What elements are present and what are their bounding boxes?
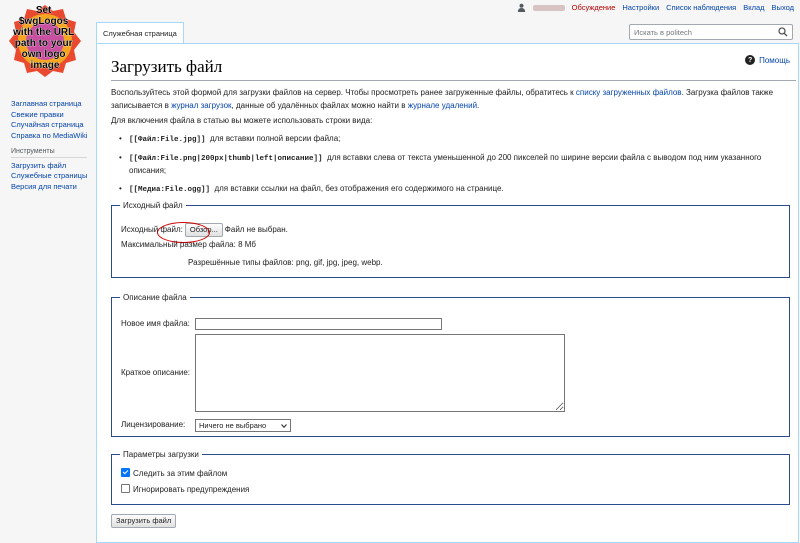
allowed-types-text: Разрешённые типы файлов: png, gif, jpg, … (188, 258, 383, 267)
site-logo[interactable]: Set $wgLogos with the URL path to your o… (6, 2, 84, 80)
search-input[interactable] (630, 25, 778, 39)
intro-part: Воспользуйтесь этой формой для загрузки … (111, 88, 576, 97)
title-divider (111, 80, 796, 81)
sidebar-item-random-page[interactable]: Случайная страница (11, 121, 95, 129)
page-tabs: Служебная страница (96, 22, 184, 43)
browse-button[interactable]: Обзор... (184, 223, 223, 237)
help-label[interactable]: Помощь (759, 56, 790, 65)
sidebar-item-special-pages[interactable]: Служебные страницы (11, 172, 95, 180)
upload-list-link[interactable]: списку загруженных файлов (576, 88, 682, 97)
intro-part: . (477, 100, 480, 110)
description-legend: Описание файла (123, 293, 187, 302)
page-title: Загрузить файл (111, 57, 223, 76)
no-file-text: Файл не выбран. (224, 225, 288, 234)
contributions-link[interactable]: Вклад (743, 3, 764, 12)
sidebar-item-main-page[interactable]: Заглавная страница (11, 100, 95, 108)
talk-link[interactable]: Обсуждение (572, 3, 616, 12)
logo-line: path to your (15, 38, 73, 49)
preferences-link[interactable]: Настройки (622, 3, 659, 12)
upload-options-fieldset: Параметры загрузки Следить за этим файло… (111, 450, 790, 505)
sidebar-item-help[interactable]: Справка по MediaWiki (11, 131, 95, 140)
usage-list: [[Файл:File.jpg]] для вставки полной вер… (119, 133, 769, 202)
sidebar: Заглавная страница Свежие правки Случайн… (11, 100, 95, 194)
ignore-warnings-checkbox[interactable] (121, 484, 130, 494)
summary-textarea[interactable] (195, 334, 565, 412)
search-box (629, 24, 793, 40)
username[interactable] (532, 4, 565, 11)
usage-code: [[Медиа:File.ogg]] (129, 186, 211, 194)
license-select-value: Ничего не выбрано (199, 420, 267, 430)
content-area: Загрузить файл ? Помощь Воспользуйтесь э… (96, 43, 799, 543)
source-file-label: Исходный файл: (121, 225, 183, 234)
sidebar-item-upload[interactable]: Загрузить файл (11, 161, 95, 170)
help-icon: ? (745, 55, 756, 65)
usage-code: [[Файл:File.png|200px|thumb|left|описани… (129, 155, 323, 163)
usage-code: [[Файл:File.jpg]] (129, 136, 206, 144)
personal-tools: Обсуждение Настройки Список наблюдения В… (517, 3, 794, 12)
chevron-down-icon (281, 423, 287, 428)
source-file-legend: Исходный файл (123, 201, 183, 210)
license-select[interactable]: Ничего не выбрано (195, 419, 291, 432)
watch-label: Следить за этим файлом (133, 469, 228, 478)
ignore-warnings-option: Игнорировать предупреждения (121, 484, 250, 494)
intro-part: , данные об удалённых файлах можно найти… (231, 100, 408, 110)
logout-link[interactable]: Выход (772, 3, 794, 12)
list-item: [[Файл:File.png|200px|thumb|left|описани… (119, 152, 769, 177)
watchlist-link[interactable]: Список наблюдения (666, 3, 736, 12)
embed-intro: Для включения файла в статью вы можете и… (111, 116, 373, 125)
license-label: Лицензирование: (121, 420, 186, 429)
source-file-fieldset: Исходный файл Исходный файл: Обзор... Файл… (111, 201, 790, 278)
new-name-input[interactable] (195, 318, 442, 330)
search-icon[interactable] (778, 27, 788, 37)
logo-line: own logo (22, 49, 66, 60)
ignore-warnings-label: Игнорировать предупреждения (133, 485, 250, 494)
summary-label: Краткое описание: (121, 368, 191, 377)
sidebar-tools-heading: Инструменты (11, 148, 87, 158)
upload-file-button[interactable]: Загрузить файл (111, 514, 177, 528)
user-icon (517, 3, 525, 12)
logo-line: image (31, 60, 60, 71)
watch-option: Следить за этим файлом (121, 468, 228, 478)
logo-line: $wgLogos (19, 16, 69, 27)
max-size-text: Максимальный размер файла: 8 Мб (121, 240, 256, 249)
intro-text: Воспользуйтесь этой формой для загрузки … (111, 87, 781, 112)
logo-line: with the URL (12, 27, 74, 38)
new-name-label: Новое имя файла: (121, 319, 190, 328)
usage-desc: для вставки ссылки на файл, без отображе… (214, 184, 504, 193)
tab-special-page[interactable]: Служебная страница (96, 22, 184, 43)
upload-log-link[interactable]: журнал загрузок (171, 101, 231, 110)
sidebar-item-recent-changes[interactable]: Свежие правки (11, 110, 95, 119)
help-link[interactable]: ? Помощь (745, 55, 790, 65)
upload-options-legend: Параметры загрузки (123, 450, 199, 459)
deletion-log-link[interactable]: журнале удалений (408, 101, 477, 110)
source-file-row: Исходный файл: Обзор... Файл не выбран. (121, 223, 288, 237)
list-item: [[Медиа:File.ogg]] для вставки ссылки на… (119, 183, 769, 196)
logo-line: Set (36, 5, 52, 16)
sidebar-item-print[interactable]: Версия для печати (11, 182, 95, 191)
usage-desc: для вставки полной версии файла; (209, 134, 341, 143)
list-item: [[Файл:File.jpg]] для вставки полной вер… (119, 133, 769, 146)
watch-checkbox[interactable] (121, 468, 130, 478)
description-fieldset: Описание файла Новое имя файла: Краткое … (111, 293, 790, 437)
